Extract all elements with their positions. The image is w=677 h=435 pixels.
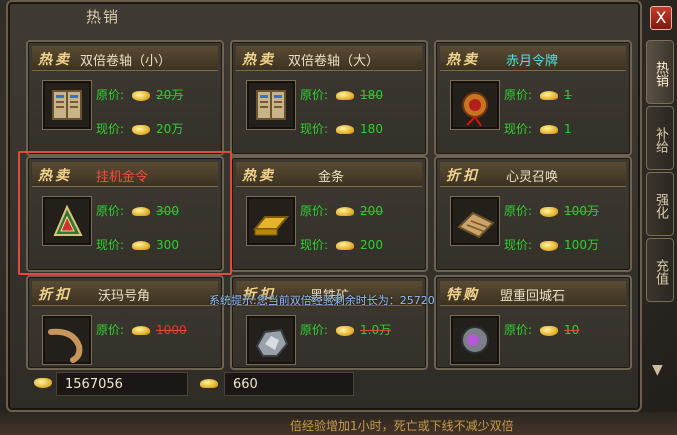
scroll-book-icon <box>52 90 82 120</box>
tab-supply[interactable]: 补给 <box>646 106 674 170</box>
shop-item-card[interactable]: 热卖 双倍卷轴（大） 原价: 180 现价: 180 <box>230 40 428 156</box>
item-name: 盟重回城石 <box>500 289 566 304</box>
yuanbao-icon <box>200 379 218 388</box>
shop-item-card[interactable]: 热卖 双倍卷轴（小） 原价: 20万 现价: 20万 <box>26 40 224 156</box>
wallet-bar: 1567056 660 <box>22 372 622 398</box>
black-iron-ore-icon <box>255 328 289 357</box>
tab-hot-sale[interactable]: 热销 <box>646 40 674 104</box>
item-tag: 热卖 <box>242 52 276 68</box>
background-notice: 倍经验增加1小时，死亡或下线不减少双倍 <box>290 419 514 433</box>
horn-icon <box>48 328 83 363</box>
item-slot[interactable] <box>246 196 296 246</box>
item-tag: 特购 <box>446 287 480 303</box>
original-price: 原价: 1 <box>504 88 572 102</box>
gold-coin-icon <box>540 206 559 217</box>
item-tag: 热卖 <box>446 52 480 68</box>
shop-item-card[interactable]: 特购 盟重回城石 原价: 10 <box>434 275 632 370</box>
shop-item-card[interactable]: 热卖 金条 原价: 200 现价: 200 <box>230 156 428 272</box>
item-tag: 折扣 <box>446 168 480 184</box>
card-header: 热卖 双倍卷轴（大） <box>236 46 422 71</box>
return-stone-icon <box>461 326 489 354</box>
item-slot[interactable] <box>246 80 296 130</box>
gold-balance: 1567056 <box>56 372 188 396</box>
card-header: 热卖 赤月令牌 <box>440 46 626 71</box>
original-price: 原价: 1000 <box>96 323 187 337</box>
gold-coin-icon <box>132 90 151 101</box>
red-token-icon <box>462 92 488 127</box>
card-header: 热卖 金条 <box>236 162 422 187</box>
current-price: 现价: 200 <box>300 238 383 252</box>
scroll-down-arrow-icon[interactable]: ▼ <box>652 362 670 380</box>
item-name: 双倍卷轴（大） <box>288 54 380 69</box>
shop-item-card[interactable]: 折扣 黑铁矿 原价: 1.0万 <box>230 275 428 370</box>
item-slot[interactable] <box>450 315 500 365</box>
close-button[interactable]: X <box>650 6 672 30</box>
gold-coin-icon <box>540 240 559 251</box>
current-price: 现价: 100万 <box>504 238 599 252</box>
shop-item-card[interactable]: 折扣 沃玛号角 原价: 1000 <box>26 275 224 370</box>
yuanbao-icon <box>540 125 559 134</box>
card-header: 折扣 心灵召唤 <box>440 162 626 187</box>
system-message: 系统提示:您当前双倍经验剩余时长为：25720 <box>209 294 435 307</box>
item-slot[interactable] <box>450 80 500 130</box>
item-slot[interactable] <box>42 80 92 130</box>
gold-coin-icon <box>34 378 52 388</box>
shop-item-card[interactable]: 折扣 心灵召唤 原价: 100万 现价: 100万 <box>434 156 632 272</box>
selected-item-highlight <box>18 151 232 275</box>
yuanbao-balance: 660 <box>224 372 354 396</box>
yuanbao-icon <box>336 125 355 134</box>
shop-item-card[interactable]: 热卖 赤月令牌 原价: 1 现价: 1 <box>434 40 632 156</box>
tab-enhance[interactable]: 强化 <box>646 172 674 236</box>
item-name: 双倍卷轴（小） <box>80 54 172 69</box>
original-price: 原价: 200 <box>300 204 383 218</box>
current-price: 现价: 180 <box>300 122 383 136</box>
original-price: 原价: 20万 <box>96 88 184 102</box>
card-header: 折扣 沃玛号角 <box>32 281 218 306</box>
item-tag: 折扣 <box>38 287 72 303</box>
yuanbao-icon <box>336 91 355 100</box>
item-slot[interactable] <box>450 196 500 246</box>
yuanbao-icon <box>336 207 355 216</box>
yuanbao-icon <box>540 91 559 100</box>
gold-bar-icon <box>252 216 290 236</box>
item-name: 金条 <box>318 170 345 185</box>
current-price: 现价: 20万 <box>96 122 184 136</box>
summon-tablet-icon <box>457 211 495 239</box>
item-name: 沃玛号角 <box>98 289 151 304</box>
gold-coin-icon <box>336 325 355 336</box>
window-title: 热销 <box>86 8 121 26</box>
yuanbao-icon <box>132 326 151 335</box>
current-price: 现价: 1 <box>504 122 572 136</box>
gold-coin-icon <box>540 325 559 336</box>
original-price: 原价: 180 <box>300 88 383 102</box>
item-slot[interactable] <box>42 315 92 365</box>
original-price: 原价: 100万 <box>504 204 599 218</box>
item-name: 心灵召唤 <box>506 170 559 185</box>
item-tag: 热卖 <box>242 168 276 184</box>
gold-coin-icon <box>132 124 151 135</box>
item-slot[interactable] <box>246 315 296 365</box>
item-tag: 热卖 <box>38 52 72 68</box>
original-price: 原价: 1.0万 <box>300 323 392 337</box>
original-price: 原价: 10 <box>504 323 580 337</box>
tab-recharge[interactable]: 充值 <box>646 238 674 302</box>
shop-window: 热销 X 热销 补给 强化 充值 ▼ 热卖 双倍卷轴（小） 原价: 20万 现价… <box>0 0 677 435</box>
item-name: 赤月令牌 <box>506 54 559 69</box>
card-header: 特购 盟重回城石 <box>440 281 626 306</box>
card-header: 热卖 双倍卷轴（小） <box>32 46 218 71</box>
scroll-book-icon <box>256 90 286 120</box>
yuanbao-icon <box>336 241 355 250</box>
